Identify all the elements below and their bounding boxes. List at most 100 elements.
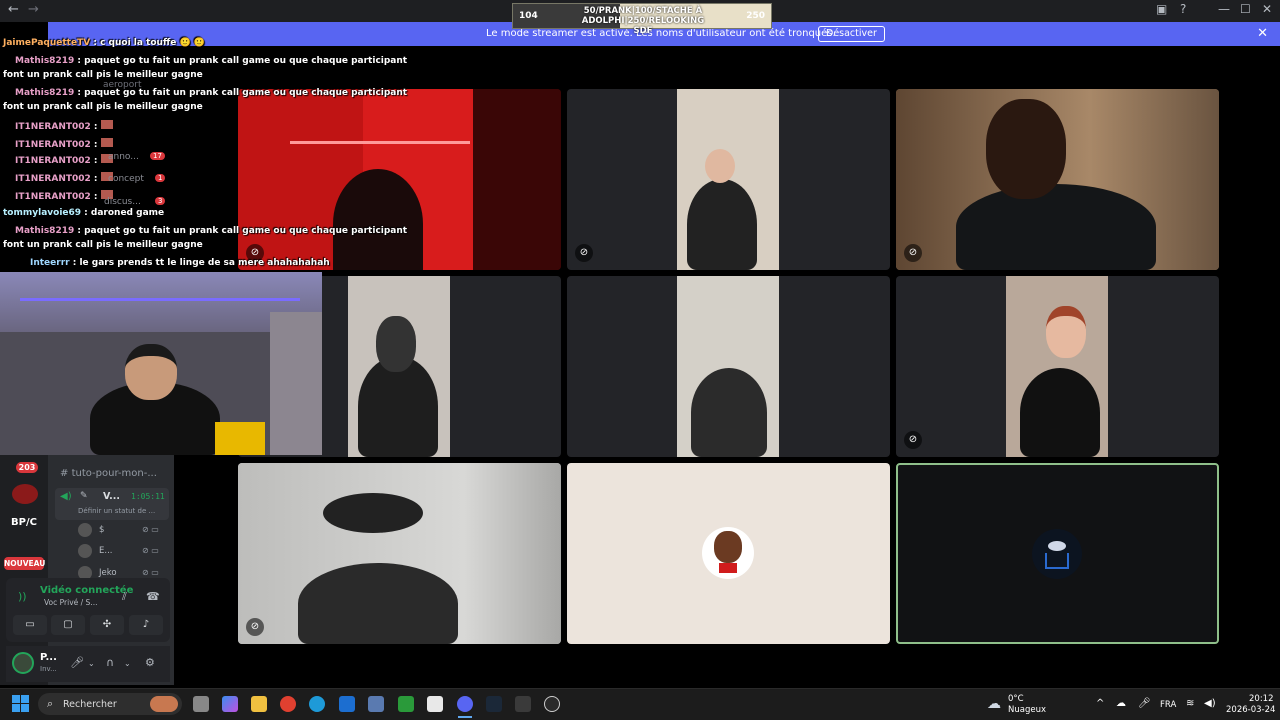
store-icon[interactable] — [427, 696, 443, 712]
video-tile[interactable]: ⊘ — [238, 463, 561, 644]
chat-continuation: font un prank call pis le meilleur gagne — [3, 102, 203, 112]
noise-suppression-icon[interactable]: ⫽ — [122, 590, 127, 604]
video-tile[interactable] — [567, 276, 890, 457]
avatar[interactable] — [12, 652, 34, 674]
task-view-icon[interactable] — [193, 696, 209, 712]
chat-message: IT1NERANT002 : — [15, 190, 113, 203]
volume-icon[interactable]: ◀) — [1204, 698, 1216, 709]
muted-camera-icon: ⊘ — [904, 431, 922, 449]
chat-message: Mathis8219 : paquet go tu fait un prank … — [15, 88, 408, 98]
signal-icon[interactable]: )) — [18, 590, 27, 603]
disconnect-icon[interactable]: ☎ — [146, 590, 160, 603]
video-tile[interactable]: ⊘ — [896, 89, 1219, 270]
emote-icon — [100, 120, 113, 129]
minimize-icon[interactable]: — — [1218, 2, 1230, 16]
windows-start-icon[interactable] — [12, 695, 30, 713]
user-status: Inv... — [40, 665, 57, 673]
inbox-icon[interactable]: ▣ — [1156, 2, 1167, 16]
avatar — [78, 523, 92, 537]
voice-channel-label[interactable]: Voc Privé / S... — [44, 598, 97, 607]
voice-member[interactable]: Jeko — [99, 568, 117, 578]
text-channel-tuto[interactable]: # tuto-pour-mon-... — [60, 468, 157, 479]
voice-member[interactable]: $ — [99, 525, 104, 535]
help-icon[interactable]: ? — [1180, 2, 1186, 16]
activities-button[interactable]: ✣ — [90, 615, 124, 635]
settings-icon[interactable] — [368, 696, 384, 712]
onedrive-icon[interactable]: ☁ — [1116, 698, 1126, 709]
video-tile[interactable]: ⊘ — [238, 89, 561, 270]
door — [270, 312, 322, 455]
arrow-left-icon[interactable]: ← — [8, 2, 19, 17]
voice-user-name: V... — [103, 491, 120, 502]
obs-icon[interactable] — [544, 696, 560, 712]
video-tile[interactable]: ⊘ — [896, 276, 1219, 457]
outlook-icon[interactable] — [339, 696, 355, 712]
goal-current-value: 104 — [519, 11, 538, 21]
pencil-icon: ✎ — [80, 491, 88, 501]
video-tile[interactable]: ⊘ — [567, 89, 890, 270]
emote-icon — [100, 138, 113, 147]
muted-camera-icon: ⊘ ▭ — [142, 525, 159, 534]
arrow-right-icon[interactable]: → — [28, 2, 39, 17]
chat-message: Mathis8219 : paquet go tu fait un prank … — [15, 226, 408, 236]
chat-text: paquet go tu fait un prank call game ou … — [84, 226, 408, 236]
server-icon[interactable] — [12, 484, 38, 504]
steam-icon[interactable] — [486, 696, 502, 712]
camera-off-button[interactable]: ▭ — [13, 615, 47, 635]
face — [376, 316, 416, 372]
chat-username: tommylavoie69 — [3, 208, 82, 218]
active-app-indicator — [458, 716, 472, 718]
server-badge-203[interactable]: 203 — [16, 462, 38, 473]
unread-badge: 3 — [155, 197, 166, 205]
cloud-icon[interactable]: ☁ — [987, 696, 1001, 712]
app-icon[interactable] — [515, 696, 531, 712]
chat-text: le gars prends tt le linge de sa mere ah… — [79, 258, 330, 268]
text-channel-label: tuto-pour-mon-... — [71, 468, 157, 479]
led-strip — [290, 141, 470, 144]
chevron-down-icon[interactable]: ⌄ — [88, 659, 95, 668]
screen-share-button[interactable]: ▢ — [51, 615, 85, 635]
person — [1020, 368, 1100, 457]
server-bpc[interactable]: BP/C — [6, 517, 42, 528]
voice-member[interactable]: E... — [99, 546, 112, 556]
xbox-icon[interactable] — [398, 696, 414, 712]
set-status-text[interactable]: Définir un statut de ... — [78, 507, 155, 515]
muted-camera-icon: ⊘ — [904, 244, 922, 262]
wifi-icon[interactable]: ≋ — [1186, 698, 1194, 709]
unread-badge: 17 — [150, 152, 165, 160]
clock-date[interactable]: 2026-03-24 — [1226, 705, 1275, 715]
edge-icon[interactable] — [309, 696, 325, 712]
hat — [323, 493, 423, 533]
copilot-icon[interactable] — [222, 696, 238, 712]
avatar-shape — [1045, 553, 1069, 569]
discord-icon[interactable] — [457, 696, 473, 712]
clock-time[interactable]: 20:12 — [1249, 694, 1274, 704]
maximize-icon[interactable]: ☐ — [1240, 2, 1251, 16]
server-new-badge[interactable]: NOUVEAU — [4, 557, 45, 570]
gear-icon[interactable]: ⚙ — [145, 656, 155, 669]
soundboard-button[interactable]: ♪ — [129, 615, 163, 635]
muted-camera-icon: ⊘ — [246, 618, 264, 636]
file-explorer-icon[interactable] — [251, 696, 267, 712]
avatar-face — [714, 531, 742, 563]
video-tile[interactable] — [567, 463, 890, 644]
search-highlight-icon — [150, 696, 178, 712]
disable-streamer-mode-button[interactable]: Désactiver — [818, 26, 885, 42]
video-tile-active[interactable] — [896, 463, 1219, 644]
window-close-icon[interactable]: ✕ — [1262, 2, 1272, 16]
chat-message: JaimePaquetteTV : c quoi la touffe 🙂 🙂 — [3, 38, 206, 48]
underlay-channel: discus... — [104, 197, 141, 207]
chevron-up-icon[interactable]: ^ — [1096, 698, 1104, 709]
chat-username: JaimePaquetteTV — [3, 38, 91, 48]
face — [705, 149, 735, 183]
goal-max-value: 250 — [746, 11, 765, 21]
microphone-icon[interactable]: 🎤︎ — [1138, 698, 1151, 709]
close-icon[interactable]: ✕ — [1257, 26, 1268, 41]
language-indicator[interactable]: FRA — [1160, 700, 1176, 710]
microphone-icon[interactable]: 🎤︎ — [70, 656, 84, 669]
chrome-icon[interactable] — [280, 696, 296, 712]
chevron-down-icon[interactable]: ⌄ — [124, 659, 131, 668]
chat-message: Mathis8219 : paquet go tu fait un prank … — [15, 56, 408, 66]
headphones-icon[interactable]: ∩ — [106, 656, 114, 669]
person — [956, 184, 1156, 270]
